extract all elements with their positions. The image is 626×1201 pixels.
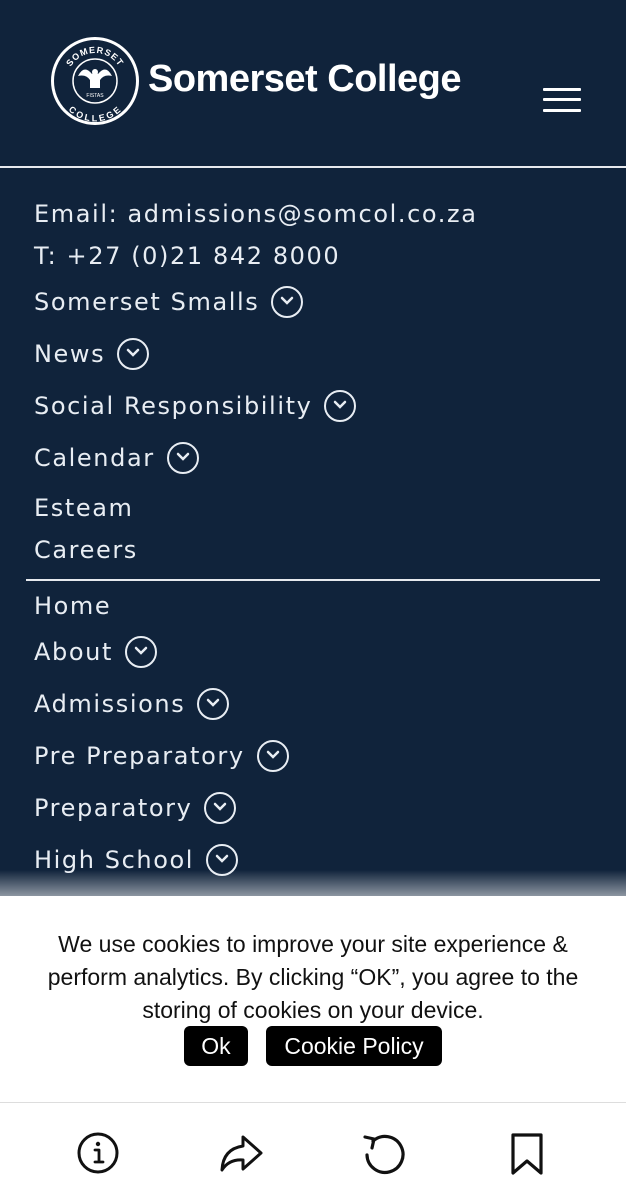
contact-email[interactable]: Email: admissions@somcol.co.za	[34, 200, 478, 228]
contact-phone[interactable]: T: +27 (0)21 842 8000	[34, 242, 340, 270]
nav-item-pre-preparatory[interactable]: Pre Preparatory	[34, 740, 289, 772]
nav-item-calendar[interactable]: Calendar	[34, 442, 199, 474]
nav-item-social-responsibility[interactable]: Social Responsibility	[34, 390, 357, 422]
chevron-down-icon[interactable]	[271, 286, 304, 318]
logo-bottom-text: COLLEGE	[67, 104, 122, 122]
nav-item-label: Social Responsibility	[34, 392, 313, 420]
nav-item-home[interactable]: Home	[34, 592, 111, 620]
cookie-banner: We use cookies to improve your site expe…	[0, 896, 626, 1102]
chevron-down-icon[interactable]	[117, 338, 150, 370]
nav-item-label: About	[34, 638, 113, 666]
nav-item-somerset-smalls[interactable]: Somerset Smalls	[34, 286, 304, 318]
chevron-down-icon[interactable]	[204, 792, 237, 824]
cookie-message: We use cookies to improve your site expe…	[47, 931, 579, 1023]
college-crest-logo[interactable]: SOMERSET COLLEGE FISTAS	[51, 37, 139, 125]
menu-divider	[26, 579, 600, 581]
nav-item-label: Admissions	[34, 690, 186, 718]
nav-item-label: Careers	[34, 536, 138, 564]
nav-item-label: Esteam	[34, 494, 134, 522]
nav-item-admissions[interactable]: Admissions	[34, 688, 230, 720]
reload-icon[interactable]	[360, 1129, 408, 1177]
hamburger-icon[interactable]	[540, 84, 584, 116]
chevron-down-icon[interactable]	[324, 390, 357, 422]
cookie-ok-button[interactable]: Ok	[184, 1026, 248, 1066]
info-icon[interactable]	[74, 1129, 122, 1177]
chevron-down-icon[interactable]	[166, 442, 199, 474]
nav-item-label: Home	[34, 592, 112, 620]
nav-item-preparatory[interactable]: Preparatory	[34, 792, 237, 824]
share-icon[interactable]	[217, 1129, 265, 1177]
site-menu-panel: SOMERSET COLLEGE FISTAS Somerset College…	[0, 0, 626, 896]
nav-item-news[interactable]: News	[34, 338, 150, 370]
site-header: SOMERSET COLLEGE FISTAS Somerset College	[0, 0, 626, 168]
contact-phone-text: T: +27 (0)21 842 8000	[34, 242, 341, 270]
contact-email-text: Email: admissions@somcol.co.za	[34, 200, 478, 228]
browser-toolbar	[0, 1102, 626, 1201]
bookmark-icon[interactable]	[503, 1129, 551, 1177]
nav-item-about[interactable]: About	[34, 636, 157, 668]
nav-item-label: News	[34, 340, 106, 368]
nav-item-label: Pre Preparatory	[34, 742, 245, 770]
chevron-down-icon[interactable]	[256, 740, 289, 772]
chevron-down-icon[interactable]	[197, 688, 230, 720]
cookie-policy-button[interactable]: Cookie Policy	[266, 1026, 442, 1066]
brand-name[interactable]: Somerset College	[148, 58, 462, 101]
chevron-down-icon[interactable]	[124, 636, 157, 668]
menu-fade-overlay	[0, 870, 626, 896]
logo-top-text: SOMERSET	[64, 45, 125, 68]
nav-item-label: Calendar	[34, 444, 155, 472]
nav-item-label: Preparatory	[34, 794, 193, 822]
svg-text:SOMERSET: SOMERSET	[64, 45, 126, 68]
svg-text:COLLEGE: COLLEGE	[67, 104, 123, 122]
nav-item-label: Somerset Smalls	[34, 288, 260, 316]
logo-motto: FISTAS	[86, 93, 104, 99]
nav-item-careers[interactable]: Careers	[34, 536, 138, 564]
nav-item-esteam[interactable]: Esteam	[34, 494, 134, 522]
